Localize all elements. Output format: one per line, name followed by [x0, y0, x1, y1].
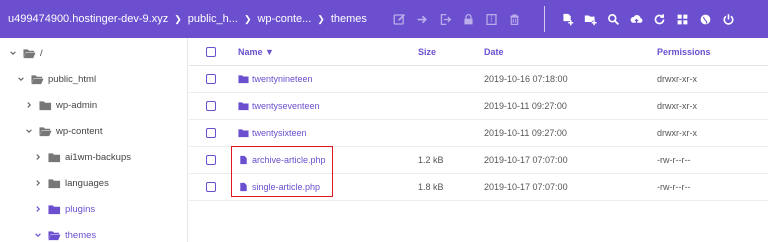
file-permissions[interactable]: drwxr-xr-x — [657, 120, 697, 146]
row-checkbox[interactable] — [206, 155, 216, 165]
search-icon[interactable] — [602, 0, 625, 38]
chevron-down-icon[interactable] — [9, 49, 17, 57]
edit-icon[interactable] — [388, 0, 411, 38]
table-row[interactable]: twentyseventeen 2019-10-11 09:27:00 drwx… — [189, 93, 768, 120]
file-date: 2019-10-17 07:07:00 — [484, 182, 568, 192]
sign-out-icon[interactable] — [434, 0, 457, 38]
table-row[interactable]: twentynineteen 2019-10-16 07:18:00 drwxr… — [189, 66, 768, 93]
row-checkbox[interactable] — [206, 128, 216, 138]
chevron-right-icon[interactable] — [34, 205, 42, 213]
file-date: 2019-10-11 09:27:00 — [484, 101, 567, 111]
upload-icon[interactable] — [625, 0, 648, 38]
table-header: Name ▼ Size Date Permissions — [189, 38, 768, 66]
file-permissions[interactable]: drwxr-xr-x — [657, 93, 697, 119]
file-name-link[interactable]: twentyseventeen — [238, 101, 320, 111]
file-list: Name ▼ Size Date Permissions twentyninet… — [189, 38, 768, 242]
new-file-icon[interactable] — [556, 0, 579, 38]
breadcrumb: u499474900.hostinger-dev-9.xyz ❯ public_… — [8, 0, 367, 38]
tree-item-label: wp-admin — [56, 99, 98, 111]
move-icon[interactable] — [411, 0, 434, 38]
tree-item-wp-content[interactable]: wp-content — [0, 118, 188, 144]
tree-item-label: themes — [65, 229, 97, 241]
tree-item-root[interactable]: / — [0, 40, 188, 66]
grid-view-icon[interactable] — [671, 0, 694, 38]
row-checkbox[interactable] — [206, 101, 216, 111]
breadcrumb-wp-content[interactable]: wp-conte... — [257, 13, 311, 25]
chevron-right-icon[interactable] — [34, 153, 42, 161]
row-checkbox[interactable] — [206, 74, 216, 84]
folder-open-icon — [31, 74, 44, 85]
folder-icon — [48, 204, 61, 215]
chevron-right-icon: ❯ — [174, 13, 182, 24]
tree-item-label: ai1wm-backups — [65, 151, 131, 163]
tree-item-wp-admin[interactable]: wp-admin — [0, 92, 188, 118]
file-permissions[interactable]: -rw-r--r-- — [657, 147, 690, 173]
globe-icon[interactable] — [694, 0, 717, 38]
tree-item-public-html[interactable]: public_html — [0, 66, 188, 92]
file-date: 2019-10-11 09:27:00 — [484, 128, 567, 138]
archive-icon[interactable] — [480, 0, 503, 38]
chevron-right-icon[interactable] — [25, 101, 33, 109]
refresh-icon[interactable] — [648, 0, 671, 38]
file-name: twentysixteen — [252, 128, 307, 138]
file-name: twentynineteen — [252, 74, 313, 84]
column-header-permissions[interactable]: Permissions — [657, 38, 711, 65]
chevron-right-icon: ❯ — [317, 13, 325, 24]
chevron-right-icon[interactable] — [34, 179, 42, 187]
tree-item-label: plugins — [65, 203, 96, 215]
folder-icon — [39, 100, 52, 111]
folder-icon — [238, 74, 249, 84]
tree-item-label: public_html — [48, 73, 97, 85]
breadcrumb-themes[interactable]: themes — [331, 13, 367, 25]
tree-item-themes[interactable]: themes — [0, 222, 188, 242]
file-name-link[interactable]: twentynineteen — [238, 74, 313, 84]
file-date: 2019-10-17 07:07:00 — [484, 155, 568, 165]
chevron-down-icon[interactable] — [34, 231, 42, 239]
chevron-down-icon[interactable] — [17, 75, 25, 83]
file-size: 1.8 kB — [418, 182, 444, 192]
tree-item-label: wp-content — [56, 125, 103, 137]
column-header-name[interactable]: Name ▼ — [238, 38, 274, 65]
file-permissions[interactable]: -rw-r--r-- — [657, 174, 690, 200]
folder-tree: / public_html wp-admin wp-content ai1wm-… — [0, 38, 188, 242]
tree-item-label: languages — [65, 177, 109, 189]
new-folder-icon[interactable] — [579, 0, 602, 38]
tree-item-languages[interactable]: languages — [0, 170, 188, 196]
chevron-right-icon: ❯ — [243, 13, 252, 24]
file-size: 1.2 kB — [418, 155, 444, 165]
folder-icon — [238, 128, 249, 138]
lock-icon[interactable] — [457, 0, 480, 38]
folder-open-icon — [23, 48, 36, 59]
tree-item-ai1wm-backups[interactable]: ai1wm-backups — [0, 144, 188, 170]
table-row[interactable]: twentysixteen 2019-10-11 09:27:00 drwxr-… — [189, 120, 768, 147]
breadcrumb-root[interactable]: u499474900.hostinger-dev-9.xyz — [8, 13, 168, 25]
select-all-checkbox[interactable] — [206, 46, 216, 57]
column-header-date[interactable]: Date — [484, 38, 504, 65]
tree-item-plugins[interactable]: plugins — [0, 196, 188, 222]
folder-open-icon — [48, 230, 61, 241]
main-toolbar — [556, 0, 740, 38]
trash-icon[interactable] — [503, 0, 526, 38]
tree-item-label: / — [40, 47, 43, 59]
folder-open-icon — [39, 126, 52, 137]
highlight-box — [231, 146, 333, 197]
column-header-size[interactable]: Size — [418, 38, 436, 65]
chevron-down-icon[interactable] — [25, 127, 33, 135]
top-bar: u499474900.hostinger-dev-9.xyz ❯ public_… — [0, 0, 768, 38]
row-checkbox[interactable] — [206, 182, 216, 192]
toolbar-divider — [544, 6, 545, 32]
file-date: 2019-10-16 07:18:00 — [484, 74, 568, 84]
folder-icon — [48, 152, 61, 163]
file-permissions[interactable]: drwxr-xr-x — [657, 66, 697, 92]
power-icon[interactable] — [717, 0, 740, 38]
file-name: twentyseventeen — [252, 101, 320, 111]
breadcrumb-public-html[interactable]: public_h... — [188, 13, 238, 25]
file-name-link[interactable]: twentysixteen — [238, 128, 307, 138]
selection-toolbar — [388, 0, 526, 38]
folder-icon — [48, 178, 61, 189]
folder-icon — [238, 101, 249, 111]
